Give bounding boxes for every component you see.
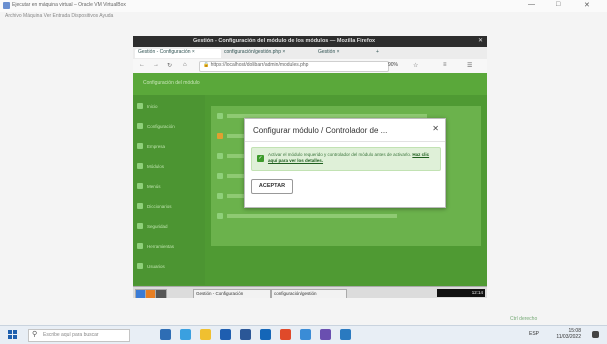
- home-icon[interactable]: ⌂: [183, 62, 187, 68]
- firefox-window-title: Gestión - Configuración del módulo de lo…: [193, 38, 376, 44]
- vm-taskbar: Gestión - Configuración configuración/ge…: [133, 286, 487, 298]
- success-alert: ✓ Activar el módulo requerido y controla…: [251, 147, 441, 171]
- company-icon: [137, 143, 143, 149]
- module-icon: [217, 193, 223, 199]
- dialog-title: Configurar módulo / Controlador de ...: [253, 126, 388, 135]
- start-icon[interactable]: [8, 330, 17, 339]
- task-view-icon[interactable]: [160, 329, 171, 340]
- terminal-icon[interactable]: [155, 289, 167, 298]
- module-icon: [217, 213, 223, 219]
- firefox-close-icon[interactable]: ✕: [478, 37, 483, 44]
- mail-icon[interactable]: [240, 329, 251, 340]
- host-menu-bar[interactable]: Archivo Máquina Ver Entrada Dispositivos…: [0, 12, 607, 22]
- virtualbox-icon: [3, 2, 10, 9]
- sidebar-item-usuarios[interactable]: Usuarios: [137, 261, 201, 273]
- edge-icon[interactable]: [180, 329, 191, 340]
- host-title-bar: Ejecutar en máquina virtual – Oracle VM …: [0, 0, 607, 12]
- dictionary-icon: [137, 203, 143, 209]
- sidebar-item-empresa[interactable]: Empresa: [137, 141, 201, 153]
- reload-icon[interactable]: ↻: [167, 62, 172, 69]
- settings-icon[interactable]: [340, 329, 351, 340]
- menu-list-icon: [137, 183, 143, 189]
- vm-clock: 12:14: [437, 289, 485, 297]
- url-field[interactable]: 🔒 https://localhost/dolibarr/admin/modul…: [199, 61, 389, 72]
- dialog-close-icon[interactable]: ✕: [432, 124, 439, 133]
- vm-screen[interactable]: Gestión - Configuración del módulo de lo…: [133, 36, 487, 298]
- app-icon[interactable]: [320, 329, 331, 340]
- alert-message: Activar el módulo requerido y controlado…: [268, 152, 430, 163]
- tab-gestion[interactable]: Gestión ×: [315, 49, 371, 58]
- minimize-icon[interactable]: —: [528, 1, 535, 8]
- app-header-title: Configuración del módulo: [143, 80, 200, 86]
- back-icon[interactable]: ←: [139, 62, 145, 68]
- users-icon: [137, 263, 143, 269]
- app-sidebar: Inicio Configuración Empresa Módulos Men…: [133, 95, 205, 285]
- tools-icon: [137, 243, 143, 249]
- lock-icon: 🔒: [203, 62, 210, 68]
- search-input[interactable]: ⚲ Escribe aquí para buscar: [28, 329, 130, 342]
- new-tab-icon[interactable]: +: [373, 49, 389, 58]
- sidebar-item-modulos[interactable]: Módulos: [137, 161, 201, 173]
- zoom-level[interactable]: 90%: [388, 62, 398, 68]
- notification-icon[interactable]: [592, 331, 599, 338]
- home-icon: [137, 103, 143, 109]
- settings-icon: [137, 123, 143, 129]
- menu-icon[interactable]: ☰: [467, 62, 472, 69]
- accept-button[interactable]: ACEPTAR: [251, 179, 293, 194]
- tab-gestion-config[interactable]: Gestión - Configuración ×: [135, 49, 221, 58]
- language-indicator[interactable]: ESP: [529, 331, 539, 337]
- vm-task-config[interactable]: configuración/gestión: [271, 289, 347, 298]
- office-icon[interactable]: [280, 329, 291, 340]
- module-setup-dialog: Configurar módulo / Controlador de ... ✕…: [244, 118, 446, 208]
- module-icon: [217, 113, 223, 119]
- close-icon[interactable]: ✕: [584, 1, 590, 9]
- navigation-bar: ← → ↻ ⌂ 🔒 https://localhost/dolibarr/adm…: [133, 59, 487, 74]
- modules-icon: [137, 163, 143, 169]
- search-icon: ⚲: [32, 331, 38, 338]
- chrome-icon[interactable]: [300, 329, 311, 340]
- module-icon: [217, 133, 223, 139]
- forward-icon[interactable]: →: [153, 62, 159, 68]
- host-window-title: Ejecutar en máquina virtual – Oracle VM …: [12, 2, 126, 8]
- firefox-title-bar: Gestión - Configuración del módulo de lo…: [133, 36, 487, 47]
- sidebar-item-inicio[interactable]: Inicio: [137, 101, 201, 113]
- windows-taskbar: ⚲ Escribe aquí para buscar ESP 15:08 11/…: [0, 325, 607, 344]
- virtualbox-taskbar-icon[interactable]: [260, 329, 271, 340]
- host-status: Ctrl derecho: [510, 316, 538, 322]
- sidebar-item-configuracion[interactable]: Configuración: [137, 121, 201, 133]
- store-icon[interactable]: [220, 329, 231, 340]
- library-icon[interactable]: ≡: [443, 62, 447, 68]
- dialog-divider: [245, 141, 445, 142]
- module-icon: [217, 153, 223, 159]
- host-menu-items[interactable]: Archivo Máquina Ver Entrada Dispositivos…: [5, 13, 113, 19]
- shield-icon: [137, 223, 143, 229]
- sidebar-item-seguridad[interactable]: Seguridad: [137, 221, 201, 233]
- sidebar-item-menus[interactable]: Menús: [137, 181, 201, 193]
- file-explorer-icon[interactable]: [200, 329, 211, 340]
- module-icon: [217, 173, 223, 179]
- bookmark-icon[interactable]: ☆: [413, 62, 418, 69]
- system-clock[interactable]: 15:08 11/03/2022: [556, 328, 581, 340]
- tab-configuracion[interactable]: configuración/gestión.php ×: [221, 49, 315, 58]
- vm-task-firefox[interactable]: Gestión - Configuración: [193, 289, 271, 298]
- check-icon: ✓: [257, 155, 264, 162]
- maximize-icon[interactable]: □: [556, 1, 560, 8]
- sidebar-item-diccionarios[interactable]: Diccionarios: [137, 201, 201, 213]
- app-header: Configuración del módulo: [133, 73, 487, 95]
- sidebar-item-herramientas[interactable]: Herramientas: [137, 241, 201, 253]
- list-item[interactable]: [217, 212, 467, 220]
